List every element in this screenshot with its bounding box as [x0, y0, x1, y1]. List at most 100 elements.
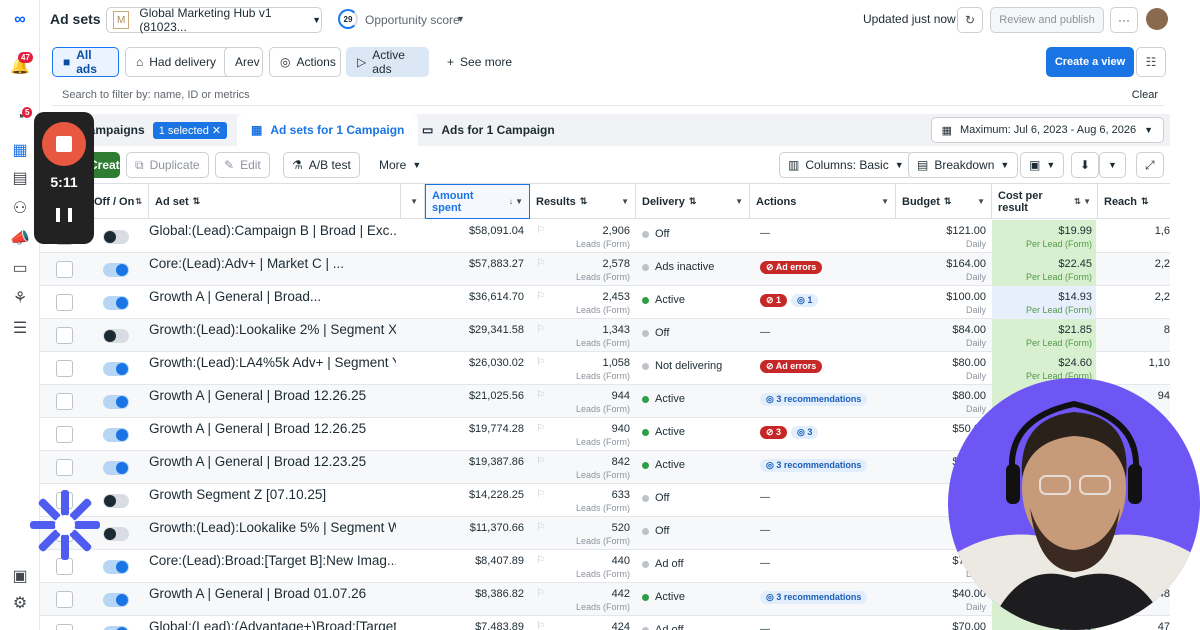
create-view-button[interactable]: Create a view [1046, 47, 1134, 77]
adset-name[interactable]: Growth A | General | Broad 12.23.25 [149, 451, 396, 484]
chevron-down-icon[interactable]: ▼ [456, 14, 465, 24]
row-checkbox[interactable] [56, 426, 73, 443]
meta-logo-icon[interactable]: ∞ [10, 10, 30, 30]
adset-name[interactable]: Growth:(Lead):LA4%5k Adv+ | Segment Y... [149, 352, 396, 385]
megaphone-icon[interactable]: 📣 [10, 228, 30, 248]
adset-name[interactable]: Growth A | General | Broad 12.26.25 [149, 385, 396, 418]
adset-name[interactable]: Growth A | General | Broad 01.07.26 [149, 583, 396, 616]
column-actions[interactable]: Actions ▼ [750, 184, 896, 219]
error-count-chip[interactable]: ⊘ 1 [760, 294, 788, 307]
filter-all-ads[interactable]: ■ All ads [52, 47, 119, 77]
column-amount-spent[interactable]: Amount spent ↓ ▼ [425, 184, 530, 219]
table-row[interactable]: Global:(Lead):Campaign B | Broad | Exc..… [40, 220, 1170, 253]
adset-name[interactable]: Core:(Lead):Broad:[Target B]:New Imag... [149, 550, 396, 583]
column-onoff[interactable]: Off / On ⇅ [88, 184, 149, 219]
delivery-toggle[interactable] [103, 560, 129, 574]
row-checkbox[interactable] [56, 327, 73, 344]
user-avatar[interactable] [1146, 8, 1168, 30]
row-checkbox[interactable] [56, 261, 73, 278]
search-input[interactable]: Search to filter by: name, ID or metrics [62, 89, 250, 101]
recommendation-count-chip[interactable]: ◎ 3 [791, 426, 819, 439]
adset-name[interactable]: Growth A | General | Broad... [149, 286, 396, 319]
export-button[interactable]: ⬇ [1071, 152, 1100, 178]
row-checkbox[interactable] [56, 294, 73, 311]
menu-icon[interactable]: ☰ [10, 318, 30, 338]
filter-active-ads[interactable]: ▷ Active ads [346, 47, 429, 77]
column-cost-per-result[interactable]: Cost per result ⇅ ▼ [992, 184, 1098, 219]
more-button[interactable]: More ▼ [370, 152, 431, 178]
table-row[interactable]: Growth A | General | Broad... $36,614.70… [40, 286, 1170, 319]
delivery-toggle[interactable] [103, 296, 129, 310]
delivery-toggle[interactable] [103, 461, 129, 475]
delivery-toggle[interactable] [103, 362, 129, 376]
ad-errors-chip[interactable]: ⊘ Ad errors [760, 360, 823, 373]
delivery-toggle[interactable] [103, 494, 129, 508]
reports-button[interactable]: ▣ ▼ [1020, 152, 1065, 178]
review-publish-button[interactable]: Review and publish [990, 7, 1104, 33]
delivery-toggle[interactable] [103, 263, 129, 277]
billing-card-icon[interactable]: ▭ [10, 258, 30, 278]
ab-test-button[interactable]: ⚗ A/B test [283, 152, 360, 178]
clear-button[interactable]: Clear [1132, 89, 1158, 101]
delivery-toggle[interactable] [103, 428, 129, 442]
table-row[interactable]: Growth:(Lead):LA4%5k Adv+ | Segment Y...… [40, 352, 1170, 385]
delivery-toggle[interactable] [103, 230, 129, 244]
column-menu[interactable]: ▼ [401, 184, 425, 219]
selected-chip[interactable]: 1 selected ✕ [152, 121, 228, 139]
pause-icon[interactable] [56, 208, 72, 222]
search-bar[interactable]: Search to filter by: name, ID or metrics… [52, 84, 1164, 106]
column-reach[interactable]: Reach ⇅ [1098, 184, 1170, 219]
tab-ads[interactable]: ▭ Ads for 1 Campaign [422, 114, 555, 146]
delivery-toggle[interactable] [103, 593, 129, 607]
column-budget[interactable]: Budget ⇅ ▼ [896, 184, 992, 219]
row-checkbox[interactable] [56, 459, 73, 476]
row-checkbox[interactable] [56, 624, 73, 630]
delivery-toggle[interactable] [103, 395, 129, 409]
audiences-icon[interactable]: ⚇ [10, 198, 30, 218]
row-checkbox[interactable] [56, 360, 73, 377]
adset-name[interactable]: Core:(Lead):Adv+ | Market C | ... [149, 253, 396, 286]
adset-name[interactable]: Growth A | General | Broad 12.26.25 [149, 418, 396, 451]
table-row[interactable]: Core:(Lead):Adv+ | Market C | ... $57,88… [40, 253, 1170, 286]
delivery-toggle[interactable] [103, 626, 129, 630]
column-delivery[interactable]: Delivery ⇅ ▼ [636, 184, 750, 219]
recommendations-chip[interactable]: ◎ 3 recommendations [760, 393, 868, 406]
see-more-button[interactable]: + See more [436, 47, 524, 77]
column-adset[interactable]: Ad set ⇅ [149, 184, 401, 219]
delivery-toggle[interactable] [103, 329, 129, 343]
adset-name[interactable]: Growth:(Lead):Lookalike 5% | Segment W..… [149, 517, 396, 550]
columns-button[interactable]: ▥ Columns: Basic ▼ [779, 152, 913, 178]
opportunity-score-label[interactable]: Opportunity score [365, 13, 460, 27]
table-row[interactable]: Growth:(Lead):Lookalike 2% | Segment X..… [40, 319, 1170, 352]
pages-icon[interactable]: ▤ [10, 168, 30, 188]
delivery-toggle[interactable] [103, 527, 129, 541]
duplicate-button[interactable]: ⧉ Duplicate [126, 152, 209, 178]
ad-errors-chip[interactable]: ⊘ Ad errors [760, 261, 823, 274]
export-dropdown-button[interactable]: ▼ [1099, 152, 1126, 178]
breakdown-button[interactable]: ▤ Breakdown ▼ [908, 152, 1019, 178]
refresh-button[interactable]: ↻ [957, 7, 983, 33]
webcam-bubble[interactable] [948, 378, 1200, 630]
table-row[interactable]: Global:(Lead):(Advantage+)Broad:[Target.… [40, 616, 1170, 630]
account-selector[interactable]: M Global Marketing Hub v1 (81023... ▼ [106, 6, 322, 34]
row-checkbox[interactable] [56, 591, 73, 608]
error-count-chip[interactable]: ⊘ 3 [760, 426, 788, 439]
filter-settings-button[interactable]: ☷ [1136, 47, 1166, 77]
network-icon[interactable]: ⚘ [10, 288, 30, 308]
recommendations-chip[interactable]: ◎ 3 recommendations [760, 459, 868, 472]
adset-name[interactable]: Growth:(Lead):Lookalike 2% | Segment X..… [149, 319, 396, 352]
recommendation-count-chip[interactable]: ◎ 1 [791, 294, 819, 307]
filter-actions[interactable]: ◎ Actions [269, 47, 341, 77]
tab-adsets[interactable]: ▦ Ad sets for 1 Campaign [237, 114, 419, 146]
adset-name[interactable]: Growth Segment Z [07.10.25] [149, 484, 396, 517]
adset-name[interactable]: Global:(Lead):(Advantage+)Broad:[Target.… [149, 616, 396, 630]
tab-campaigns[interactable]: Campaigns 1 selected ✕ [80, 114, 228, 146]
row-checkbox[interactable] [56, 393, 73, 410]
recommendations-chip[interactable]: ◎ 3 recommendations [760, 591, 868, 604]
stop-recording-button[interactable] [42, 122, 86, 166]
settings-gear-icon[interactable]: ⚙ [10, 593, 30, 613]
opportunity-score-ring[interactable]: 29 [338, 9, 358, 29]
date-range-picker[interactable]: ▦ Maximum: Jul 6, 2023 - Aug 6, 2026 ▼ [930, 117, 1164, 143]
filter-arev[interactable]: Arev [224, 47, 263, 77]
ads-manager-table-icon[interactable]: ▦ [10, 140, 30, 160]
